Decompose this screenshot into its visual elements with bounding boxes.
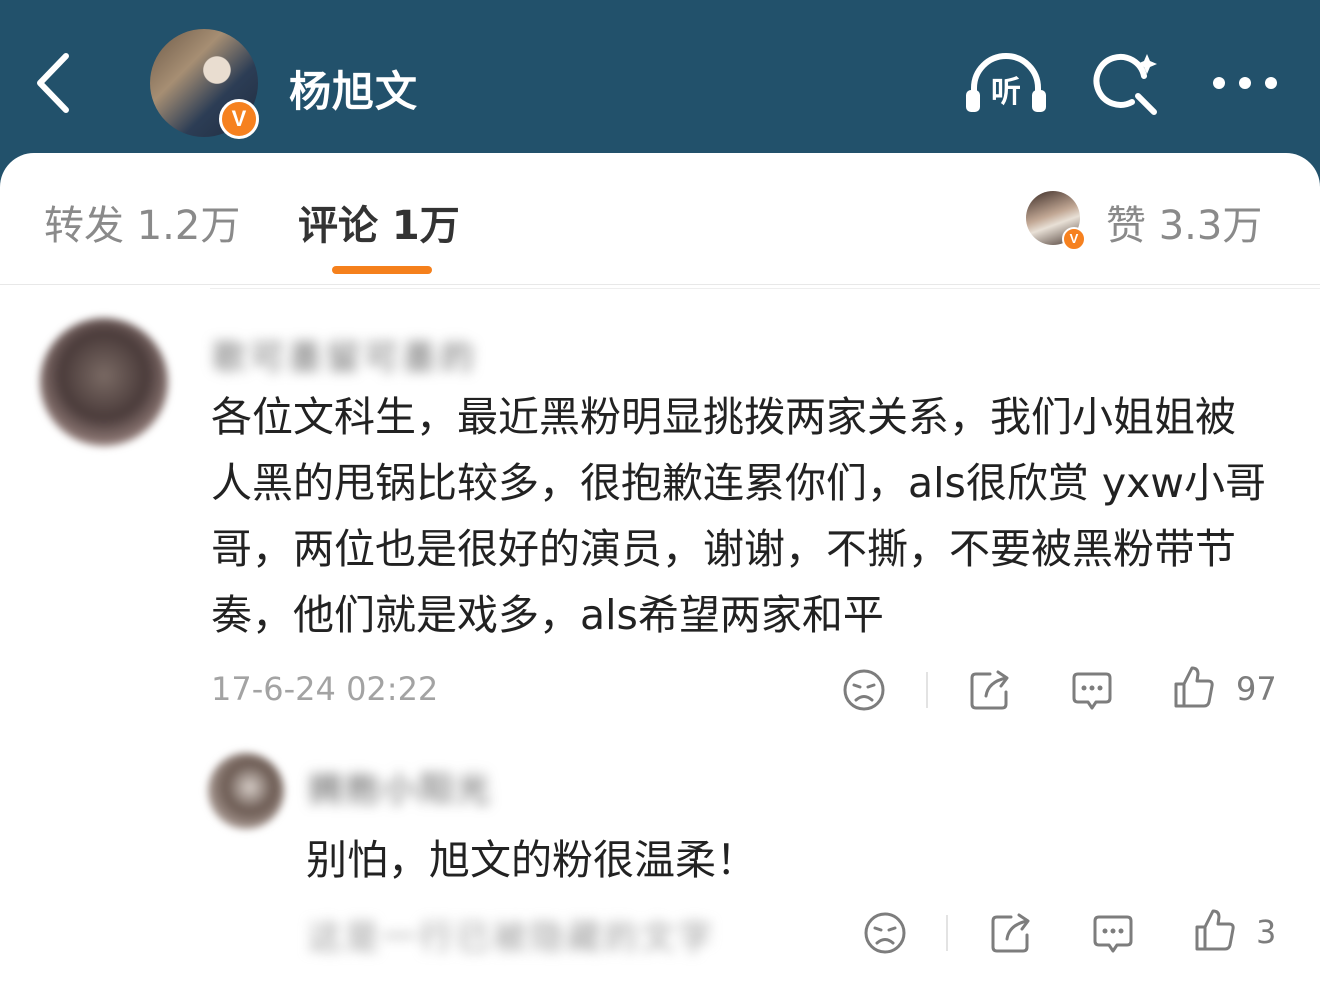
tab-comments[interactable]: 评论 1万 xyxy=(298,193,460,251)
comment-text: 各位文科生，最近黑粉明显挑拨两家关系，我们小姐姐被人黑的甩锅比较多，很抱歉连累你… xyxy=(211,393,1266,639)
tab-repost[interactable]: 转发 1.2万 xyxy=(44,193,240,251)
back-arrow-icon[interactable] xyxy=(34,52,74,114)
reply-like-count: 3 xyxy=(1256,913,1277,951)
replier-name[interactable]: 拥抱小阳光 xyxy=(308,762,493,811)
more-options-icon[interactable] xyxy=(1210,70,1280,96)
listen-headphones-icon[interactable]: 听 xyxy=(964,50,1048,116)
comment-like-count: 97 xyxy=(1236,670,1277,708)
verified-badge-small-icon: V xyxy=(1062,227,1086,251)
author-username[interactable]: 杨旭文 xyxy=(289,58,418,119)
list-divider xyxy=(210,288,1320,289)
comment-timestamp: 17-6-24 02:22 xyxy=(211,670,439,708)
reply-text: 别怕，旭文的粉很温柔！ xyxy=(306,836,757,884)
replier-avatar[interactable] xyxy=(208,753,284,829)
active-tab-indicator xyxy=(332,266,432,274)
reply-blurred-line: 这是一行已被隐藏的文字 xyxy=(308,918,715,958)
commenter-name[interactable]: 歌可墨留可墨的 xyxy=(212,330,478,379)
action-separator xyxy=(926,672,928,708)
reply-action-separator xyxy=(946,915,948,951)
reply-share-icon[interactable] xyxy=(989,911,1033,955)
tab-likes[interactable]: 赞 3.3万 xyxy=(1106,193,1262,251)
tabs-divider xyxy=(0,284,1320,285)
dislike-icon[interactable] xyxy=(842,668,886,712)
search-sparkle-icon[interactable] xyxy=(1092,50,1160,118)
reply-like-thumb-icon[interactable] xyxy=(1193,907,1237,953)
verified-badge-icon: V xyxy=(219,99,259,139)
reply-comment-icon-2[interactable] xyxy=(1091,911,1135,955)
share-icon[interactable] xyxy=(968,668,1012,712)
reply-dislike-icon[interactable] xyxy=(863,911,907,955)
commenter-avatar[interactable] xyxy=(40,318,168,446)
reply-comment-icon[interactable] xyxy=(1070,668,1114,712)
like-thumb-icon[interactable] xyxy=(1172,664,1216,710)
listen-label: 听 xyxy=(991,75,1021,110)
